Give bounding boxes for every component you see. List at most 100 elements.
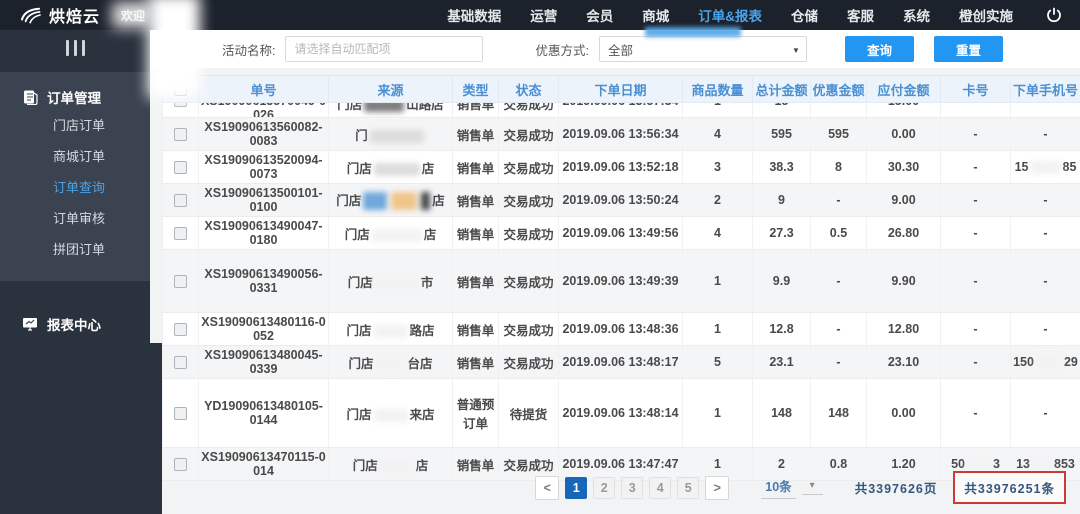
nav-item-service[interactable]: 客服 (847, 5, 874, 25)
redaction-blur (371, 228, 422, 242)
row-checkbox[interactable] (174, 274, 187, 288)
table-row: XS19090613560082-0083 门 销售单 交易成功 2019.09… (162, 117, 1080, 151)
col-status: 状态 (498, 75, 559, 103)
redaction-blur (375, 357, 406, 371)
app-window: 烘焙云 欢迎 基础数据 运营 会员 商城 订单&报表 仓储 客服 系统 橙创实施 (0, 0, 1080, 514)
sidebar-item-order-query[interactable]: 订单查询 (0, 172, 150, 203)
row-checkbox[interactable] (174, 102, 187, 107)
row-checkbox[interactable] (174, 322, 187, 336)
nav-item-implementation[interactable]: 橙创实施 (959, 5, 1013, 25)
sidebar-item-store-orders[interactable]: 门店订单 (0, 110, 150, 141)
nav-item-mall[interactable]: 商城 (642, 5, 669, 25)
col-date: 下单日期 (558, 75, 683, 103)
redaction-blur (421, 192, 431, 211)
table-row: XS19090613480045-0339 门店 台店 销售单 交易成功 2019… (162, 345, 1080, 379)
redaction-blur (379, 459, 414, 473)
nav-item-warehouse[interactable]: 仓储 (791, 5, 818, 25)
col-qty: 商品数量 (682, 75, 753, 103)
select-all-checkbox[interactable] (174, 82, 187, 96)
discount-method-value: 全部 (607, 43, 633, 58)
sidebar-group-label: 报表中心 (47, 318, 101, 333)
table-row: XS19090613490047-0180 门店店 销售单 交易成功 2019.… (162, 216, 1080, 250)
row-checkbox[interactable] (174, 127, 187, 141)
redaction-blur (373, 324, 408, 338)
table-header-row: 单号 来源 类型 状态 下单日期 商品数量 总计金额 优惠金额 应付金额 卡号 … (162, 75, 1080, 103)
next-page-button[interactable]: > (705, 475, 730, 500)
redaction-blur (364, 102, 405, 113)
redaction-blur (1030, 161, 1061, 175)
activity-name-input[interactable] (285, 36, 484, 62)
power-icon[interactable] (1046, 7, 1062, 23)
main-content: 活动名称: 优惠方式: 全部 ▼ 查询 重置 单号 (150, 30, 1080, 514)
welcome-text: 欢迎 (121, 8, 146, 23)
pagination: < 1 2 3 4 5 > 10条 ▾ 共3397626页 共33976251条 (535, 471, 1066, 504)
sidebar-item-mall-orders[interactable]: 商城订单 (0, 141, 150, 172)
table-row: XS19090613520094-0073 门店店 销售单 交易成功 2019.… (162, 150, 1080, 184)
col-source: 来源 (328, 75, 453, 103)
row-checkbox[interactable] (174, 457, 187, 471)
page-button-2[interactable]: 2 (593, 476, 616, 499)
monitor-chart-icon (23, 318, 37, 331)
prev-page-button[interactable]: < (535, 475, 560, 500)
page-button-4[interactable]: 4 (649, 476, 672, 499)
filter-bar: 活动名称: 优惠方式: 全部 ▼ 查询 重置 (150, 30, 1080, 68)
nav-item-system[interactable]: 系统 (903, 5, 930, 25)
sidebar-group-report-center: 报表中心 (0, 311, 150, 337)
row-checkbox[interactable] (174, 406, 187, 420)
collapse-menu-icon[interactable] (0, 40, 150, 56)
sidebar: 订单管理 门店订单 商城订单 订单查询 订单审核 拼团订单 报表中心 (0, 30, 150, 514)
col-total: 总计金额 (752, 75, 811, 103)
nav-item-operations[interactable]: 运营 (530, 5, 557, 25)
chevron-down-icon[interactable]: ▾ (801, 480, 823, 495)
page-size-select[interactable]: 10条 (761, 476, 796, 499)
table-row: XS19090613490056-0331 门店市 销售单 交易成功 2019.… (162, 249, 1080, 313)
activity-name-label: 活动名称: (222, 43, 276, 58)
redaction-blur (966, 458, 991, 472)
sidebar-group-title[interactable]: 订单管理 (0, 84, 150, 110)
discount-method-select[interactable]: 全部 ▼ (598, 36, 807, 62)
redaction-blur (373, 162, 420, 176)
row-checkbox[interactable] (174, 160, 187, 174)
table-row: XS19090613480116-0052 门店 路店 销售单 交易成功 2019… (162, 312, 1080, 346)
redaction-blur (373, 408, 408, 422)
select-all-header (162, 75, 199, 103)
col-phone: 下单手机号 (1010, 75, 1080, 103)
sidebar-group-label: 订单管理 (47, 91, 101, 106)
select-arrow-icon: ▼ (792, 46, 800, 55)
redaction-blur (1032, 458, 1053, 472)
redaction-blur (363, 192, 388, 211)
col-card: 卡号 (940, 75, 1011, 103)
redaction-blur (374, 276, 419, 290)
fan-leaf-logo-icon (21, 7, 41, 24)
nav-item-orders-reports[interactable]: 订单&报表 (698, 5, 762, 25)
col-payable: 应付金额 (866, 75, 941, 103)
reset-button[interactable]: 重置 (933, 36, 1003, 62)
discount-method-label: 优惠方式: (535, 43, 589, 58)
sidebar-item-group-orders[interactable]: 拼团订单 (0, 234, 150, 265)
redaction-blur (369, 129, 424, 143)
row-checkbox[interactable] (174, 355, 187, 369)
col-type: 类型 (452, 75, 499, 103)
table-row: XS19090613500101-0100 门店店 销售单 交易成功 2019.… (162, 183, 1080, 217)
col-order-no: 单号 (198, 75, 329, 103)
sidebar-group-order-management: 订单管理 门店订单 商城订单 订单查询 订单审核 拼团订单 (0, 72, 150, 281)
table-row: XS19090613570049-0026 门店山路店 销售单 交易成功 201… (162, 102, 1080, 118)
clipboard-icon (24, 90, 38, 105)
page-button-5[interactable]: 5 (677, 476, 700, 499)
page-button-1[interactable]: 1 (565, 476, 588, 499)
search-button[interactable]: 查询 (844, 36, 914, 62)
table-row: YD19090613480105-0144 门店 来店 普通预订单 待提货 201… (162, 378, 1080, 448)
row-checkbox[interactable] (174, 193, 187, 207)
total-pages-text: 共3397626页 (854, 482, 938, 496)
page-button-3[interactable]: 3 (621, 476, 644, 499)
nav-item-base-data[interactable]: 基础数据 (447, 5, 501, 25)
app-title: 烘焙云 (49, 9, 101, 26)
nav-item-members[interactable]: 会员 (586, 5, 613, 25)
orders-table: 单号 来源 类型 状态 下单日期 商品数量 总计金额 优惠金额 应付金额 卡号 … (162, 75, 1080, 481)
top-navbar: 烘焙云 欢迎 基础数据 运营 会员 商城 订单&报表 仓储 客服 系统 橙创实施 (0, 0, 1080, 30)
sidebar-group-title[interactable]: 报表中心 (0, 311, 150, 337)
row-checkbox[interactable] (174, 226, 187, 240)
redaction-blur (1035, 356, 1062, 370)
redaction-blur (391, 192, 418, 211)
sidebar-item-order-audit[interactable]: 订单审核 (0, 203, 150, 234)
